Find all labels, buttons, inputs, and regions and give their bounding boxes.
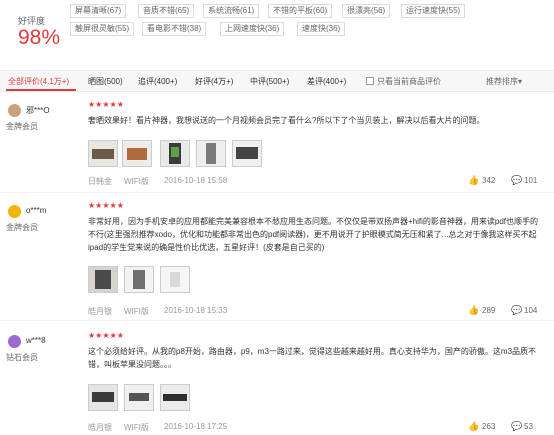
review-photo[interactable]	[122, 140, 152, 167]
review-photo[interactable]	[160, 140, 190, 167]
thumbs-up-icon[interactable]: 👍	[468, 175, 479, 186]
user-name: o***m	[26, 206, 47, 215]
star-rating: ★★★★★	[88, 331, 124, 340]
review-photo[interactable]	[160, 384, 190, 411]
active-tab-underline	[6, 89, 76, 91]
review-photo[interactable]	[124, 384, 154, 411]
tab-append[interactable]: 追评(400+)	[138, 76, 177, 87]
comment-count: 104	[524, 306, 538, 315]
like-count: 263	[482, 422, 496, 431]
member-level: 钻石会员	[6, 353, 38, 362]
current-only-checkbox[interactable]	[366, 77, 374, 85]
user-name: 邪***O	[26, 106, 50, 115]
review-item: w***8 钻石会员 ★★★★★ 这个必须给好评。从我的p8开始，路由器，p9，…	[0, 326, 554, 435]
review-item: o***m 金牌会员 ★★★★★ 非常好用，因为手机安卓的应用都能完美兼容根本不…	[0, 196, 554, 321]
positive-rate-value: 98%	[18, 26, 61, 49]
avatar	[8, 205, 21, 218]
review-photo[interactable]	[160, 266, 190, 293]
product-version: WIFI版	[124, 423, 149, 432]
product-version: WIFI版	[124, 177, 149, 186]
product-color: 皓月银	[88, 307, 112, 316]
tag-net[interactable]: 上网速度快(36)	[220, 22, 285, 36]
tag-screen[interactable]: 屏幕清晰(67)	[70, 4, 127, 18]
review-photo[interactable]	[196, 140, 226, 167]
review-item: 邪***O 金牌会员 ★★★★★ 奢晒效果好！看片神器，我想说送的一个月视频会员…	[0, 96, 554, 193]
comment-icon[interactable]: 💬	[511, 305, 522, 316]
tag-touch[interactable]: 触屏很灵敏(55)	[70, 22, 135, 36]
tab-all[interactable]: 全部评价(4.1万+)	[8, 76, 69, 87]
tab-pics[interactable]: 晒图(500)	[88, 76, 123, 87]
tab-good[interactable]: 好评(4万+)	[195, 76, 233, 87]
tab-mid[interactable]: 中评(500+)	[250, 76, 289, 87]
review-photo[interactable]	[124, 266, 154, 293]
review-text: 奢晒效果好！看片神器，我想说送的一个月视频会员完了看什么?所以下了个当贝装上，解…	[88, 116, 485, 125]
sort-label: 推荐排序	[486, 77, 518, 86]
member-level: 金牌会员	[6, 223, 38, 232]
avatar	[8, 335, 21, 348]
review-date: 2016-10-18 17:25	[164, 422, 228, 431]
thumbs-up-icon[interactable]: 👍	[468, 305, 479, 316]
tab-bad[interactable]: 差评(400+)	[307, 76, 346, 87]
product-color: 日韩金	[88, 177, 112, 186]
review-date: 2016-10-18 15:33	[164, 306, 228, 315]
star-rating: ★★★★★	[88, 100, 124, 109]
review-photo[interactable]	[232, 140, 262, 167]
review-photo[interactable]	[88, 266, 118, 293]
comment-count: 101	[524, 176, 538, 185]
review-photo[interactable]	[88, 384, 118, 411]
star-rating: ★★★★★	[88, 201, 124, 210]
tag-movie[interactable]: 看电影不错(38)	[142, 22, 207, 36]
filter-bar: 全部评价(4.1万+) 晒图(500) 追评(400+) 好评(4万+) 中评(…	[0, 70, 554, 92]
like-count: 342	[482, 176, 496, 185]
product-version: WIFI版	[124, 307, 149, 316]
tag-pretty[interactable]: 很漂亮(56)	[342, 4, 391, 18]
chevron-down-icon: ▾	[518, 77, 523, 86]
member-level: 金牌会员	[6, 122, 38, 131]
user-name: w***8	[26, 336, 46, 345]
avatar	[8, 104, 21, 117]
tag-system[interactable]: 系统流畅(61)	[203, 4, 260, 18]
review-text: 非常好用，因为手机安卓的应用都能完美兼容根本不愁应用生态问题。不仅仅是带双扬声器…	[88, 217, 539, 252]
current-only-label: 只看当前商品评价	[377, 77, 441, 86]
tag-fast[interactable]: 速度快(36)	[297, 22, 346, 36]
sort-select[interactable]: 推荐排序▾	[486, 76, 522, 87]
like-count: 289	[482, 306, 496, 315]
tag-speed[interactable]: 运行速度快(55)	[401, 4, 466, 18]
comment-icon[interactable]: 💬	[511, 175, 522, 186]
comment-count: 53	[524, 422, 533, 431]
thumbs-up-icon[interactable]: 👍	[468, 421, 479, 432]
review-text: 这个必须给好评。从我的p8开始，路由器，p9，m3一路过来，觉得这些越来越好用。…	[88, 347, 537, 369]
product-color: 皓月银	[88, 423, 112, 432]
review-date: 2016-10-18 15:58	[164, 176, 228, 185]
review-photo[interactable]	[88, 140, 118, 167]
tag-sound[interactable]: 音质不错(65)	[138, 4, 195, 18]
tag-tablet[interactable]: 不错的平板(60)	[268, 4, 333, 18]
comment-icon[interactable]: 💬	[511, 421, 522, 432]
